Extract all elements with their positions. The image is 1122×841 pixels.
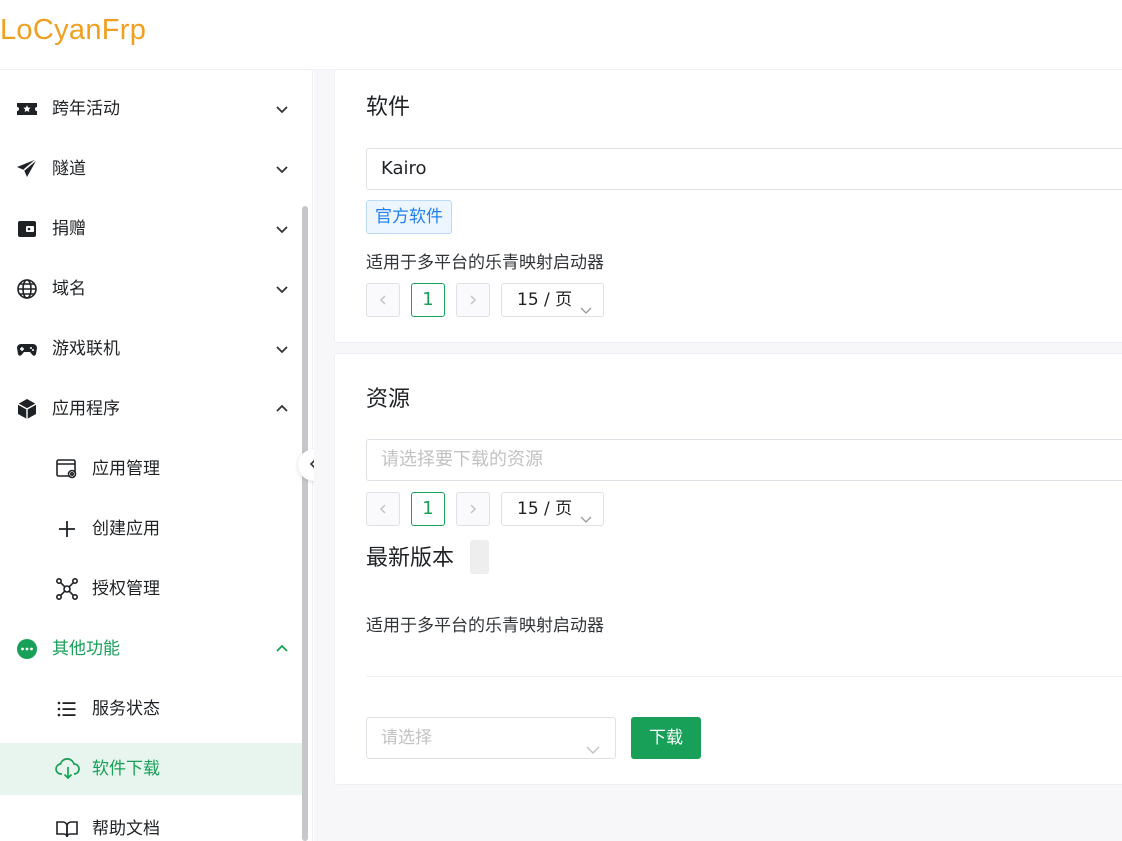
chevron-down-icon bbox=[585, 731, 601, 771]
sidebar-item-service-status[interactable]: 服务状态 bbox=[0, 683, 303, 735]
sidebar-item-label: 软件下载 bbox=[92, 759, 160, 779]
sidebar-item-applications[interactable]: 应用程序 bbox=[0, 383, 303, 435]
page-size-label: 15 / 页 bbox=[517, 290, 573, 310]
sidebar-item-new-year-event[interactable]: 跨年活动 bbox=[0, 83, 303, 135]
ticket-star-icon bbox=[15, 97, 39, 121]
software-title: 软件 bbox=[366, 95, 411, 120]
sidebar-item-create-app[interactable]: 创建应用 bbox=[0, 503, 303, 555]
sidebar-item-auth-management[interactable]: 授权管理 bbox=[0, 563, 303, 615]
gamepad-icon bbox=[15, 337, 39, 361]
sidebar-item-app-management[interactable]: 应用管理 bbox=[0, 443, 303, 495]
chevron-down-icon bbox=[272, 159, 292, 179]
sidebar-item-label: 捐赠 bbox=[52, 219, 86, 239]
chevron-down-icon bbox=[272, 279, 292, 299]
prev-page-button[interactable] bbox=[366, 283, 400, 317]
sidebar-item-label: 授权管理 bbox=[92, 579, 160, 599]
main-content: 软件 Kairo 官方软件 适用于多平台的乐青映射启动器 1 15 / 页 资源… bbox=[314, 70, 1122, 841]
resource-title: 资源 bbox=[366, 387, 411, 412]
sidebar: 跨年活动 隧道 捐赠 域名 游戏联机 应用程序 应用管理 创建应用 授权管理 其… bbox=[0, 70, 313, 841]
sidebar-item-software-download[interactable]: 软件下载 bbox=[0, 743, 303, 795]
page-size-select[interactable]: 15 / 页 bbox=[501, 492, 604, 526]
sidebar-item-label: 隧道 bbox=[52, 159, 86, 179]
version-badge bbox=[470, 540, 489, 574]
chevron-right-icon bbox=[467, 291, 479, 310]
sidebar-item-label: 游戏联机 bbox=[52, 339, 120, 359]
sidebar-item-domain[interactable]: 域名 bbox=[0, 263, 303, 315]
app-logo[interactable]: LoCyanFrp bbox=[0, 14, 146, 47]
page-number-button[interactable]: 1 bbox=[411, 492, 445, 526]
official-software-tag: 官方软件 bbox=[366, 200, 452, 234]
cloud-download-icon bbox=[55, 757, 80, 781]
resource-search-input[interactable]: 请选择要下载的资源 bbox=[366, 439, 1122, 481]
page-size-label: 15 / 页 bbox=[517, 499, 573, 519]
next-page-button[interactable] bbox=[456, 283, 490, 317]
sidebar-item-tunnels[interactable]: 隧道 bbox=[0, 143, 303, 195]
sidebar-item-label: 跨年活动 bbox=[52, 99, 120, 119]
network-nodes-icon bbox=[55, 577, 79, 601]
chevron-left-icon bbox=[377, 291, 389, 310]
sidebar-item-game-online[interactable]: 游戏联机 bbox=[0, 323, 303, 375]
sidebar-item-label: 创建应用 bbox=[92, 519, 160, 539]
globe-icon bbox=[15, 277, 39, 301]
content-footer-area bbox=[314, 805, 1122, 841]
download-button[interactable]: 下载 bbox=[631, 717, 701, 759]
chevron-up-icon bbox=[272, 639, 292, 659]
version-select-placeholder: 请选择 bbox=[381, 728, 432, 748]
sidebar-item-label: 域名 bbox=[52, 279, 86, 299]
chevron-down-icon bbox=[272, 219, 292, 239]
chevron-left-icon bbox=[377, 500, 389, 519]
app-header: LoCyanFrp bbox=[0, 0, 1122, 70]
latest-version-title: 最新版本 bbox=[366, 546, 455, 571]
resource-description: 适用于多平台的乐青映射启动器 bbox=[366, 616, 604, 636]
app-settings-icon bbox=[55, 457, 79, 481]
sidebar-scrollbar[interactable] bbox=[302, 206, 308, 841]
paper-plane-icon bbox=[15, 157, 39, 181]
divider bbox=[366, 676, 1122, 677]
sidebar-item-label: 帮助文档 bbox=[92, 819, 160, 839]
chevron-down-icon bbox=[579, 295, 593, 327]
sidebar-item-other-features[interactable]: 其他功能 bbox=[0, 623, 303, 675]
more-circle-icon bbox=[15, 637, 39, 661]
chevron-right-icon bbox=[467, 500, 479, 519]
resource-card: 资源 请选择要下载的资源 1 15 / 页 最新版本 适用于多平台的乐青映射启动… bbox=[334, 353, 1122, 785]
chevron-up-icon bbox=[272, 399, 292, 419]
list-icon bbox=[55, 697, 79, 721]
plus-icon bbox=[55, 517, 79, 541]
chevron-down-icon bbox=[272, 99, 292, 119]
sidebar-item-label: 服务状态 bbox=[92, 699, 160, 719]
version-select[interactable]: 请选择 bbox=[366, 717, 616, 759]
prev-page-button[interactable] bbox=[366, 492, 400, 526]
package-box-icon bbox=[15, 397, 39, 421]
chevron-down-icon bbox=[579, 504, 593, 536]
sidebar-item-label: 其他功能 bbox=[52, 639, 120, 659]
page-size-select[interactable]: 15 / 页 bbox=[501, 283, 604, 317]
next-page-button[interactable] bbox=[456, 492, 490, 526]
wallet-icon bbox=[15, 217, 39, 241]
book-open-icon bbox=[55, 817, 79, 841]
software-select[interactable]: Kairo bbox=[366, 148, 1122, 190]
sidebar-item-label: 应用管理 bbox=[92, 459, 160, 479]
page-number-button[interactable]: 1 bbox=[411, 283, 445, 317]
chevron-down-icon bbox=[272, 339, 292, 359]
sidebar-item-label: 应用程序 bbox=[52, 399, 120, 419]
software-description: 适用于多平台的乐青映射启动器 bbox=[366, 253, 604, 273]
sidebar-item-help-docs[interactable]: 帮助文档 bbox=[0, 803, 303, 841]
sidebar-item-donate[interactable]: 捐赠 bbox=[0, 203, 303, 255]
software-card: 软件 Kairo 官方软件 适用于多平台的乐青映射启动器 1 15 / 页 bbox=[334, 70, 1122, 343]
